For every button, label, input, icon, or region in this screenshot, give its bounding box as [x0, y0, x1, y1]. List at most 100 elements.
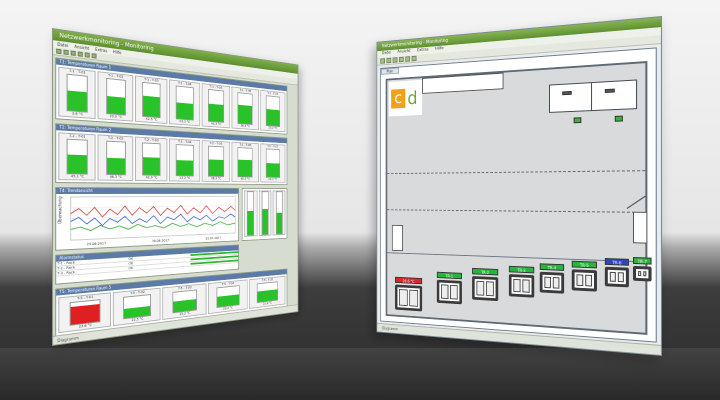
- temperature-tile[interactable]: T-5 - T-04 23.2 °C: [207, 279, 248, 315]
- rack-cabinet[interactable]: [632, 265, 652, 282]
- logo-c: c: [391, 88, 406, 109]
- refresh-icon[interactable]: [84, 52, 90, 58]
- equipment-room[interactable]: [549, 79, 638, 113]
- floorplan-view: Plan 26.6 °C TR-1 TR-2 TR-3 TR-4 TR-5 TR-6 TR-7: [380, 47, 657, 343]
- scene: Netzwerkmonitoring - Monitoring Datei An…: [0, 0, 720, 400]
- open-icon[interactable]: [63, 49, 69, 56]
- menu-item-extras[interactable]: Extras: [417, 47, 429, 55]
- menu-item-file[interactable]: Datei: [382, 50, 391, 58]
- temperature-tile[interactable]: T-1 - T-03 42.5 °C: [134, 75, 168, 124]
- floor-area[interactable]: 26.6 °C TR-1 TR-2 TR-3 TR-4 TR-5 TR-6 TR-7: [385, 60, 652, 335]
- level-fill: [266, 109, 280, 127]
- rack-status-tag[interactable]: TR-6: [604, 258, 629, 266]
- save-icon[interactable]: [70, 50, 76, 56]
- cabinet-side[interactable]: [391, 224, 403, 252]
- open-icon[interactable]: [386, 57, 392, 64]
- rack-cabinet[interactable]: [571, 269, 597, 292]
- zoom-icon[interactable]: [405, 56, 411, 62]
- temperature-tile[interactable]: T-5 - T-03 23.2 °C: [162, 283, 207, 320]
- level-fill: [106, 157, 125, 175]
- temperature-tile[interactable]: T-2 - T-07 23.2 °C: [259, 143, 286, 183]
- level-fill: [67, 90, 88, 112]
- rack-status-tag[interactable]: TR-1: [436, 271, 462, 280]
- level-bar: [142, 81, 161, 119]
- temperature-tile[interactable]: T-1 - T-06 36.3 °C: [231, 86, 259, 131]
- rack-status-tag[interactable]: TR-2: [472, 267, 499, 276]
- menu-item-file[interactable]: Datei: [57, 41, 68, 49]
- temperature-tile[interactable]: T-2 - T-03 42.0 °C: [134, 136, 168, 182]
- rack-cabinet[interactable]: [508, 274, 535, 298]
- grid-line: [387, 209, 646, 213]
- cabinet-side[interactable]: [632, 211, 648, 244]
- trend-chart[interactable]: Überwachung 29.06.2017 30.06.2017 01.07.…: [56, 194, 238, 250]
- temperature-tile[interactable]: T-2 - T-06 40.3 °C: [231, 141, 259, 183]
- print-icon[interactable]: [398, 56, 404, 63]
- rack-status-tag[interactable]: 26.6 °C: [395, 276, 423, 285]
- tile-value: 46.3 °C: [109, 174, 122, 179]
- new-icon[interactable]: [380, 58, 385, 64]
- rack-cabinet[interactable]: [436, 279, 462, 305]
- menu-item-view[interactable]: Ansicht: [397, 48, 410, 56]
- tile-value: 40.3 °C: [240, 177, 251, 181]
- small-gauge-panel: [241, 187, 288, 242]
- level-bar: [123, 294, 152, 320]
- temperature-tile[interactable]: T-1 - T-01 3.8 °C: [58, 66, 97, 120]
- ac-unit-icon[interactable]: [562, 90, 572, 96]
- tile-value: 23.2 °C: [268, 126, 278, 130]
- menu-item-extras[interactable]: Extras: [95, 46, 107, 54]
- rack-status-tag[interactable]: TR-3: [508, 265, 535, 274]
- save-icon[interactable]: [392, 57, 398, 63]
- temperature-tile[interactable]: T-1 - T-05 40.3 °C: [201, 83, 231, 129]
- grid-line: [387, 170, 646, 175]
- new-icon[interactable]: [56, 48, 62, 55]
- rack-status-tag[interactable]: TR-5: [571, 260, 597, 269]
- level-fill: [142, 96, 160, 118]
- temperature-tile[interactable]: T-5 - T-02 22.5 °C: [113, 287, 161, 327]
- level-fill: [238, 159, 253, 177]
- chart-date-2: 30.06.2017: [152, 238, 169, 243]
- sensor-icon[interactable]: [614, 115, 623, 122]
- temperature-tile[interactable]: T-5 - T-05 22.8 °C: [248, 275, 286, 309]
- rack-cabinet[interactable]: [472, 276, 499, 302]
- temperature-tile[interactable]: T-2 - T-05 36.3 °C: [201, 140, 231, 183]
- floor-reflection: [0, 348, 720, 400]
- level-bar: [265, 95, 280, 127]
- rack-cabinet[interactable]: [539, 271, 565, 294]
- rack-status-tag[interactable]: TR-4: [539, 263, 565, 271]
- menu-item-help[interactable]: Hilfe: [435, 46, 443, 54]
- settings-icon[interactable]: [91, 53, 97, 59]
- gauge-tile[interactable]: [243, 190, 258, 237]
- temperature-tile[interactable]: T-2 - T-04 23.2 °C: [169, 138, 200, 182]
- logo-d: d: [407, 87, 418, 109]
- temperature-tile[interactable]: T-1 - T-07 23.2 °C: [259, 89, 286, 133]
- gauge-tile[interactable]: [258, 190, 272, 237]
- level-fill: [257, 289, 278, 303]
- rack-status-tag[interactable]: TR-7: [632, 257, 652, 265]
- sensor-icon[interactable]: [573, 117, 582, 124]
- rack-cabinet[interactable]: [604, 266, 629, 288]
- ac-unit-icon[interactable]: [604, 88, 615, 94]
- temperature-tile[interactable]: T-2 - T-02 46.3 °C: [97, 134, 134, 181]
- menu-item-help[interactable]: Hilfe: [113, 48, 122, 56]
- level-bar: [66, 73, 89, 113]
- tile-row: [243, 189, 287, 239]
- level-bar: [265, 148, 280, 178]
- print-icon[interactable]: [77, 51, 83, 57]
- tile-value: 40.3 °C: [210, 121, 222, 126]
- temperature-tile[interactable]: T-1 - T-02 23.0 °C: [97, 71, 134, 122]
- settings-icon[interactable]: [411, 55, 417, 62]
- temperature-tile[interactable]: T-5 - T-01 23.6 °C: [58, 292, 112, 334]
- temperature-tile[interactable]: T-1 - T-04 23.2 °C: [169, 79, 200, 127]
- tab-plan[interactable]: Plan: [381, 67, 399, 75]
- chart-ylabel: Überwachung: [57, 196, 62, 224]
- wall-segment: [422, 72, 504, 94]
- chart-date-1: 29.06.2017: [87, 241, 106, 246]
- level-bar: [66, 138, 89, 175]
- door-swing: [626, 195, 646, 209]
- level-bar: [256, 281, 278, 304]
- gauge-tile[interactable]: [272, 190, 286, 236]
- temperature-tile[interactable]: T-2 - T-01 45.1 °C: [58, 132, 97, 181]
- level-bar: [207, 145, 225, 177]
- rack-cabinet[interactable]: [395, 284, 423, 312]
- level-bar: [216, 285, 240, 308]
